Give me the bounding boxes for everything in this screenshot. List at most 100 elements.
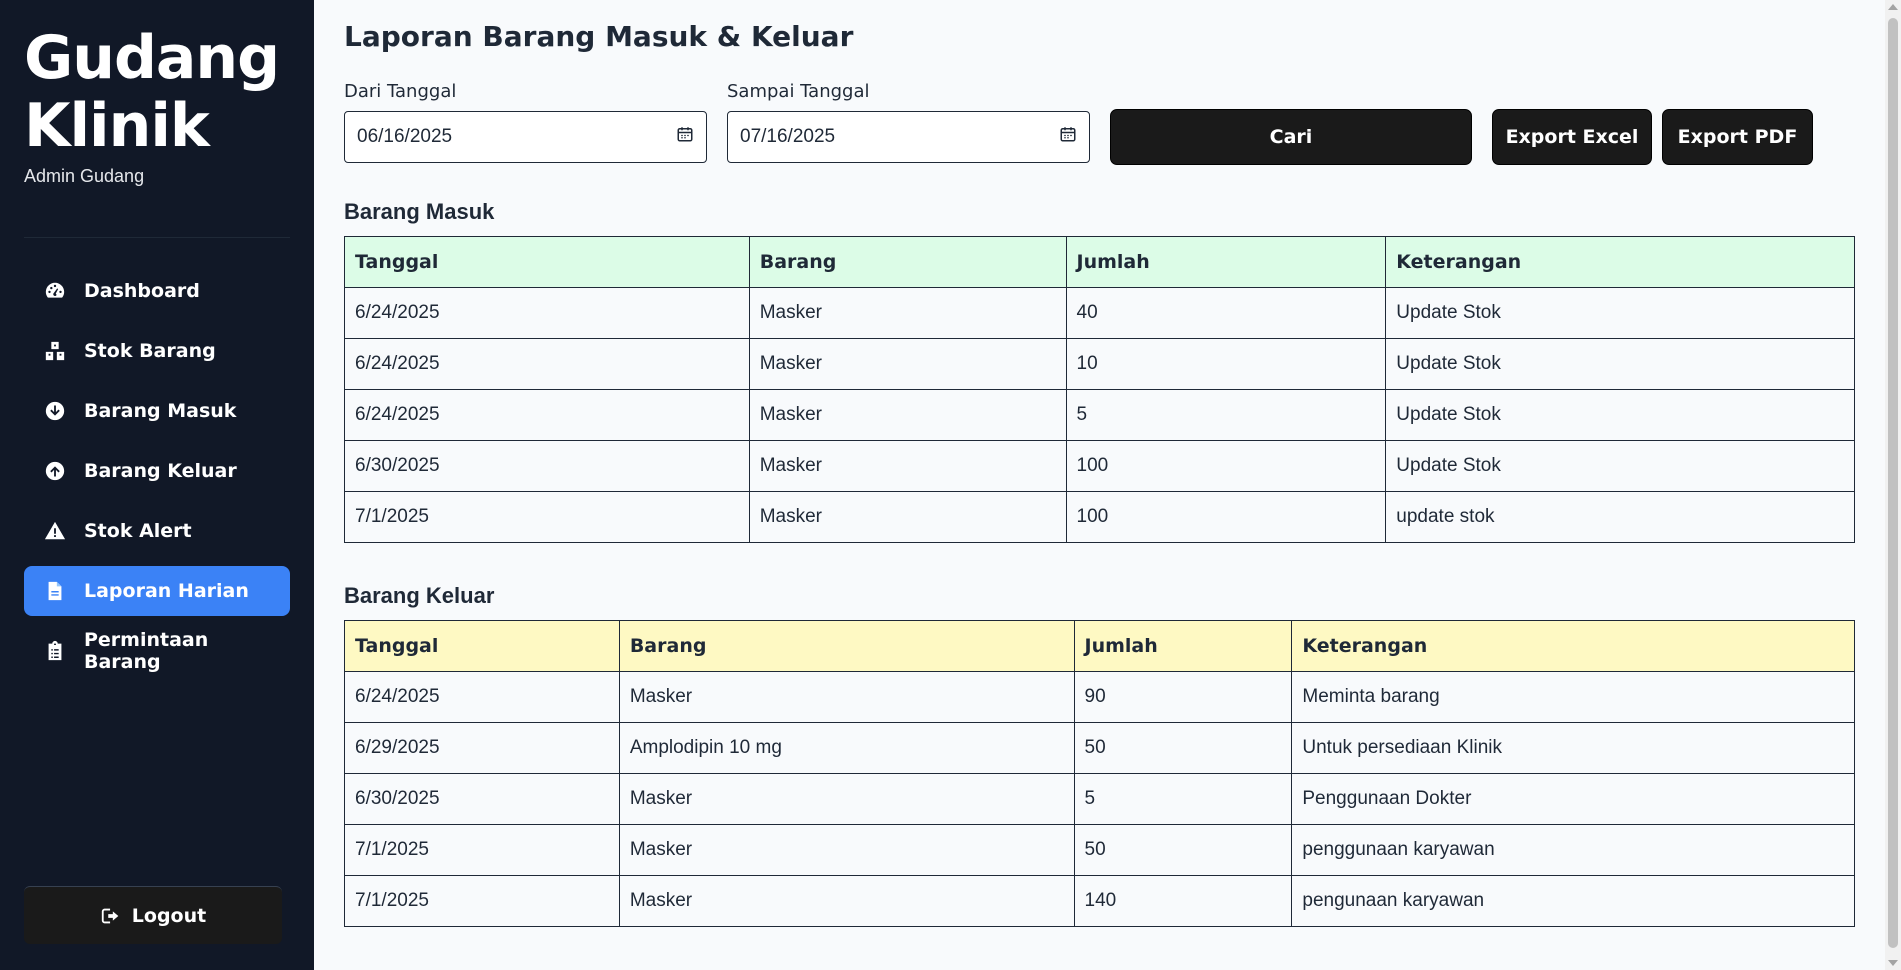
- column-header: Jumlah: [1073, 620, 1293, 672]
- cell-tanggal: 6/30/2025: [344, 440, 750, 492]
- arrow-circle-down-icon: [44, 400, 66, 422]
- brand-line-2: Klinik: [24, 91, 210, 161]
- cell-keterangan: Update Stok: [1385, 287, 1855, 339]
- cell-barang: Masker: [618, 875, 1075, 927]
- cell-jumlah: 40: [1065, 287, 1387, 339]
- cell-barang: Masker: [618, 671, 1075, 723]
- sidebar-item-label: Barang Masuk: [84, 400, 237, 422]
- scroll-down-icon[interactable]: [1888, 960, 1898, 966]
- cell-keterangan: Penggunaan Dokter: [1291, 773, 1855, 825]
- table-row: 7/1/2025 Masker 50 penggunaan karyawan: [344, 824, 1855, 876]
- cell-tanggal: 6/24/2025: [344, 338, 750, 390]
- column-header: Barang: [618, 620, 1075, 672]
- cell-barang: Amplodipin 10 mg: [618, 722, 1075, 774]
- to-date-value: 07/16/2025: [740, 126, 836, 147]
- barang-masuk-title: Barang Masuk: [344, 199, 495, 224]
- cell-tanggal: 6/30/2025: [344, 773, 620, 825]
- column-header: Tanggal: [344, 620, 620, 672]
- main-content: Laporan Barang Masuk & Keluar Dari Tangg…: [344, 0, 1855, 927]
- export-excel-button[interactable]: Export Excel: [1492, 109, 1652, 165]
- to-date-label: Sampai Tanggal: [727, 81, 870, 102]
- sidebar-item-label: Permintaan Barang: [84, 629, 209, 673]
- cell-tanggal: 6/24/2025: [344, 287, 750, 339]
- cell-jumlah: 10: [1065, 338, 1387, 390]
- sidebar-item-dashboard[interactable]: Dashboard: [24, 266, 290, 316]
- logout-button[interactable]: Logout: [24, 886, 282, 944]
- sidebar-item-barang-masuk[interactable]: Barang Masuk: [24, 386, 290, 436]
- from-date-field: Dari Tanggal 06/16/2025: [344, 81, 707, 163]
- sidebar-item-barang-keluar[interactable]: Barang Keluar: [24, 446, 290, 496]
- cell-tanggal: 7/1/2025: [344, 824, 620, 876]
- cell-keterangan: Update Stok: [1385, 389, 1855, 441]
- vertical-scrollbar[interactable]: [1885, 0, 1901, 970]
- from-date-label: Dari Tanggal: [344, 81, 457, 102]
- sidebar-item-stok-barang[interactable]: Stok Barang: [24, 326, 290, 376]
- table-row: 6/24/2025 Masker 40 Update Stok: [344, 287, 1855, 339]
- cell-barang: Masker: [748, 440, 1067, 492]
- warning-icon: [44, 520, 66, 542]
- table-row: 7/1/2025 Masker 140 pengunaan karyawan: [344, 875, 1855, 927]
- file-icon: [44, 580, 66, 602]
- cell-keterangan: Meminta barang: [1291, 671, 1855, 723]
- tachometer-icon: [44, 280, 66, 302]
- cell-tanggal: 6/24/2025: [344, 671, 620, 723]
- page-title: Laporan Barang Masuk & Keluar: [344, 20, 854, 53]
- brand-title: Gudang Klinik: [24, 24, 290, 160]
- barang-keluar-title: Barang Keluar: [344, 583, 495, 608]
- scrollbar-thumb[interactable]: [1888, 18, 1898, 948]
- cell-tanggal: 7/1/2025: [344, 875, 620, 927]
- from-date-value: 06/16/2025: [357, 126, 453, 147]
- table-row: 6/30/2025 Masker 100 Update Stok: [344, 440, 1855, 492]
- cell-keterangan: Update Stok: [1385, 338, 1855, 390]
- sidebar-item-laporan-harian[interactable]: Laporan Harian: [24, 566, 290, 616]
- table-header-row: Tanggal Barang Jumlah Keterangan: [344, 620, 1855, 672]
- cell-jumlah: 5: [1065, 389, 1387, 441]
- search-button[interactable]: Cari: [1110, 109, 1472, 165]
- column-header: Jumlah: [1065, 236, 1387, 288]
- cell-barang: Masker: [748, 389, 1067, 441]
- table-row: 6/24/2025 Masker 5 Update Stok: [344, 389, 1855, 441]
- logout-label: Logout: [131, 904, 207, 927]
- cell-jumlah: 5: [1073, 773, 1293, 825]
- column-header: Tanggal: [344, 236, 750, 288]
- sidebar-item-label: Stok Alert: [84, 520, 192, 542]
- from-date-input[interactable]: 06/16/2025: [344, 111, 707, 163]
- cell-barang: Masker: [618, 773, 1075, 825]
- table-row: 6/24/2025 Masker 90 Meminta barang: [344, 671, 1855, 723]
- cell-keterangan: pengunaan karyawan: [1291, 875, 1855, 927]
- cell-jumlah: 100: [1065, 440, 1387, 492]
- table-row: 6/30/2025 Masker 5 Penggunaan Dokter: [344, 773, 1855, 825]
- boxes-icon: [44, 340, 66, 362]
- cell-barang: Masker: [748, 338, 1067, 390]
- cell-jumlah: 90: [1073, 671, 1293, 723]
- cell-jumlah: 140: [1073, 875, 1293, 927]
- calendar-icon[interactable]: [1059, 125, 1077, 149]
- cell-tanggal: 6/24/2025: [344, 389, 750, 441]
- calendar-icon[interactable]: [676, 125, 694, 149]
- column-header: Barang: [748, 236, 1067, 288]
- sidebar-item-permintaan-barang[interactable]: Permintaan Barang: [24, 626, 290, 676]
- sign-out-icon: [101, 908, 119, 923]
- cell-barang: Masker: [748, 491, 1067, 543]
- export-pdf-button[interactable]: Export PDF: [1662, 109, 1813, 165]
- cell-jumlah: 50: [1073, 722, 1293, 774]
- sidebar-nav: Dashboard Stok Barang Barang Masuk Baran…: [24, 266, 290, 676]
- table-row: 6/29/2025 Amplodipin 10 mg 50 Untuk pers…: [344, 722, 1855, 774]
- cell-keterangan: penggunaan karyawan: [1291, 824, 1855, 876]
- brand-subtitle: Admin Gudang: [24, 166, 145, 186]
- sidebar-item-label: Dashboard: [84, 280, 200, 302]
- cell-keterangan: Update Stok: [1385, 440, 1855, 492]
- table-header-row: Tanggal Barang Jumlah Keterangan: [344, 236, 1855, 288]
- to-date-input[interactable]: 07/16/2025: [727, 111, 1090, 163]
- cell-tanggal: 6/29/2025: [344, 722, 620, 774]
- sidebar-item-label: Laporan Harian: [84, 580, 249, 602]
- sidebar-item-stok-alert[interactable]: Stok Alert: [24, 506, 290, 556]
- scroll-up-icon[interactable]: [1888, 4, 1898, 10]
- filter-bar: Dari Tanggal 06/16/2025 Sampai Tanggal 0…: [344, 81, 1854, 165]
- cell-keterangan: update stok: [1385, 491, 1855, 543]
- arrow-circle-up-icon: [44, 460, 66, 482]
- sidebar-item-label: Barang Keluar: [84, 460, 237, 482]
- column-header: Keterangan: [1385, 236, 1855, 288]
- table-row: 7/1/2025 Masker 100 update stok: [344, 491, 1855, 543]
- brand-line-1: Gudang: [24, 23, 280, 93]
